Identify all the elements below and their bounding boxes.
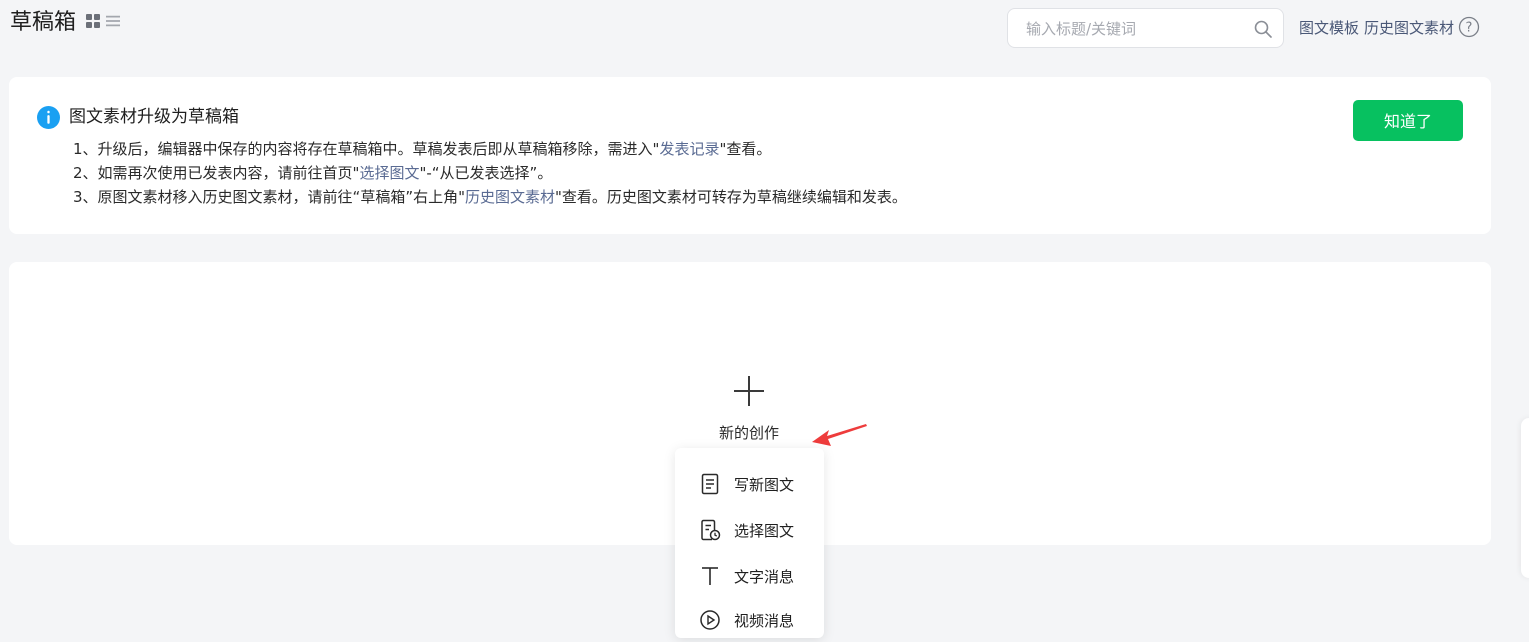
menu-item-label: 文字消息 — [734, 567, 795, 586]
notice-card: 图文素材升级为草稿箱 1、升级后，编辑器中保存的内容将存在草稿箱中。草稿发表后即… — [9, 77, 1491, 234]
view-toggle — [86, 14, 120, 28]
grid-view-icon[interactable] — [86, 14, 100, 28]
side-panel-edge — [1521, 418, 1529, 578]
plus-icon — [734, 376, 764, 406]
notice-line-1: 1、升级后，编辑器中保存的内容将存在草稿箱中。草稿发表后即从草稿箱移除，需进入"… — [73, 137, 907, 161]
new-creation-label: 新的创作 — [718, 424, 779, 442]
menu-item-video-message[interactable]: 视频消息 — [675, 598, 824, 642]
menu-item-text-message[interactable]: 文字消息 — [675, 554, 824, 598]
notice-title: 图文素材升级为草稿箱 — [69, 107, 239, 127]
notice-line-2-tail: "-“从已发表选择”。 — [419, 164, 553, 182]
notice-lines: 1、升级后，编辑器中保存的内容将存在草稿箱中。草稿发表后即从草稿箱移除，需进入"… — [73, 137, 907, 209]
notice-line-2: 2、如需再次使用已发表内容，请前往首页"选择图文"-“从已发表选择”。 — [73, 161, 907, 185]
new-creation-button[interactable]: 新的创作 — [699, 362, 799, 452]
create-dropdown-menu: 写新图文 选择图文 文字消息 视频消息 — [675, 448, 824, 638]
notice-line-3: 3、原图文素材移入历史图文素材，请前往“草稿箱”右上角"历史图文素材"查看。历史… — [73, 185, 907, 209]
got-it-button[interactable]: 知道了 — [1353, 100, 1463, 141]
notice-line-1-tail: "查看。 — [719, 140, 772, 158]
search-input[interactable] — [1026, 19, 1246, 39]
info-icon — [37, 106, 60, 129]
template-link[interactable]: 图文模板 — [1299, 17, 1359, 38]
list-view-icon[interactable] — [106, 14, 120, 28]
search-box — [1007, 8, 1284, 48]
menu-item-select-article[interactable]: 选择图文 — [675, 508, 824, 552]
document-icon — [701, 473, 719, 495]
history-material-inline-link[interactable]: 历史图文素材 — [465, 188, 555, 206]
history-material-link[interactable]: 历史图文素材 — [1364, 17, 1454, 38]
publish-record-link[interactable]: 发表记录 — [659, 140, 719, 158]
menu-item-label: 写新图文 — [734, 475, 795, 494]
menu-item-label: 视频消息 — [734, 611, 795, 630]
text-t-icon — [702, 567, 718, 585]
menu-item-label: 选择图文 — [734, 521, 795, 540]
select-article-link[interactable]: 选择图文 — [359, 164, 419, 182]
notice-line-3-tail: "查看。历史图文素材可转存为草稿继续编辑和发表。 — [555, 188, 907, 206]
notice-line-3-text: 3、原图文素材移入历史图文素材，请前往“草稿箱”右上角" — [73, 188, 465, 206]
notice-line-1-text: 1、升级后，编辑器中保存的内容将存在草稿箱中。草稿发表后即从草稿箱移除，需进入" — [73, 140, 660, 158]
svg-text:?: ? — [1466, 21, 1473, 36]
page-title: 草稿箱 — [10, 10, 77, 35]
document-clock-icon — [701, 519, 721, 541]
help-icon[interactable]: ? — [1458, 16, 1480, 38]
top-links: 图文模板 历史图文素材 ? — [1299, 16, 1480, 38]
notice-line-2-text: 2、如需再次使用已发表内容，请前往首页" — [73, 164, 360, 182]
annotation-arrow-icon — [812, 424, 867, 446]
search-icon[interactable] — [1253, 19, 1273, 39]
play-circle-icon — [700, 610, 720, 630]
menu-item-write-article[interactable]: 写新图文 — [675, 462, 824, 506]
